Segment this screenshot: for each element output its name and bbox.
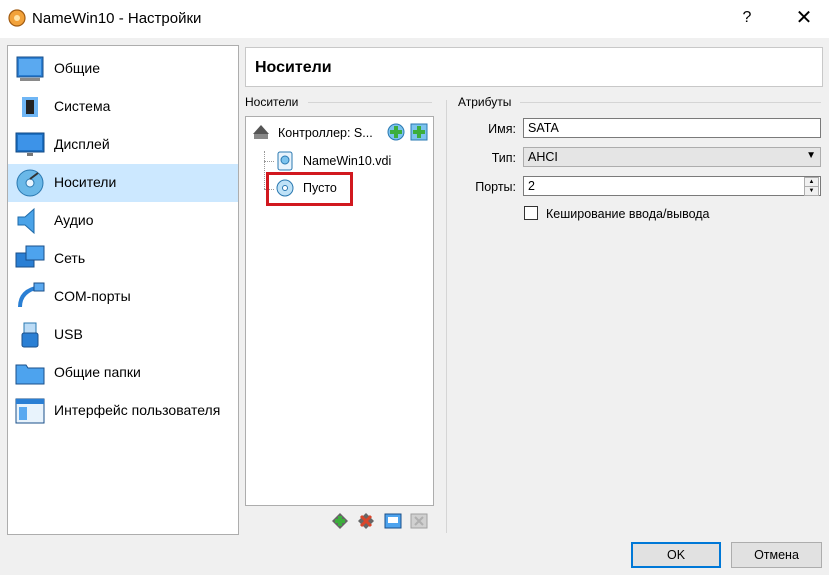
shared-folders-icon	[15, 364, 45, 385]
type-select-value: AHCI	[528, 150, 558, 164]
sidebar-item-label: Носители	[54, 174, 117, 190]
hard-disk-icon	[277, 151, 293, 171]
sidebar-item-general[interactable]: Общие	[8, 50, 238, 88]
ports-label: Порты:	[475, 180, 516, 194]
storage-icon	[16, 169, 44, 197]
chevron-down-icon: ▼	[806, 150, 816, 161]
general-icon	[16, 56, 44, 81]
sidebar-item-usb[interactable]: USB	[8, 316, 238, 354]
user-interface-icon	[15, 398, 45, 424]
help-button[interactable]: ?	[735, 6, 759, 30]
usb-icon	[21, 322, 39, 348]
ports-value: 2	[528, 179, 535, 193]
name-label: Имя:	[488, 122, 516, 136]
storage-group-label: Носители	[245, 95, 299, 109]
ports-spinbox[interactable]: 2 ▲ ▼	[523, 176, 821, 196]
sidebar-item-label: Аудио	[54, 212, 94, 228]
sidebar-item-label: Общие	[54, 60, 101, 76]
sidebar-item-user-interface[interactable]: Интерфейс пользователя	[8, 392, 238, 430]
sidebar-item-label: Система	[54, 98, 111, 114]
io-cache-checkbox[interactable]	[524, 206, 538, 220]
sidebar-item-network[interactable]: Сеть	[8, 240, 238, 278]
add-hard-disk-icon[interactable]	[409, 122, 429, 142]
sidebar-item-label: Дисплей	[54, 136, 110, 152]
virtualbox-icon	[8, 9, 26, 27]
controller-label: Контроллер: S...	[278, 126, 373, 140]
selection-highlight-box	[266, 172, 353, 206]
page-header: Носители	[245, 47, 823, 87]
attributes-group-label: Атрибуты	[458, 95, 512, 109]
title-bar: NameWin10 - Настройки ? ✕	[0, 0, 829, 38]
io-cache-label: Кеширование ввода/вывода	[546, 207, 710, 221]
window-title: NameWin10 - Настройки	[32, 10, 202, 27]
sidebar-item-storage[interactable]: Носители	[8, 164, 238, 202]
tree-controller-row[interactable]: Контроллер: S...	[246, 120, 433, 144]
sidebar-item-shared-folders[interactable]: Общие папки	[8, 354, 238, 392]
com-ports-icon	[18, 282, 45, 308]
add-controller-icon[interactable]	[383, 511, 403, 531]
name-field[interactable]: SATA	[523, 118, 821, 138]
divider	[308, 102, 432, 103]
audio-icon	[17, 207, 35, 235]
spin-down-icon[interactable]: ▼	[804, 186, 819, 196]
add-attachment-icon[interactable]	[330, 511, 350, 531]
sidebar-item-display[interactable]: Дисплей	[8, 126, 238, 164]
cancel-button[interactable]: Отмена	[731, 542, 822, 568]
sidebar-item-label: Сеть	[54, 250, 86, 266]
system-icon	[22, 97, 38, 117]
sidebar-item-audio[interactable]: Аудио	[8, 202, 238, 240]
display-icon	[15, 132, 45, 156]
type-select[interactable]: AHCI ▼	[523, 147, 821, 167]
settings-sidebar: Общие Система Дисплей Носители Аудио Сет…	[7, 45, 239, 535]
sidebar-item-label: Общие папки	[54, 364, 141, 380]
ok-button[interactable]: OK	[631, 542, 721, 568]
tree-device-row[interactable]: NameWin10.vdi	[246, 149, 433, 173]
sidebar-item-label: Интерфейс пользователя	[54, 402, 221, 418]
close-button[interactable]: ✕	[792, 6, 816, 30]
sidebar-item-label: USB	[54, 326, 83, 342]
sidebar-item-com-ports[interactable]: COM-порты	[8, 278, 238, 316]
remove-attachment-icon[interactable]	[356, 511, 376, 531]
network-icon	[15, 245, 45, 268]
controller-icon	[253, 125, 269, 139]
sidebar-item-system[interactable]: Система	[8, 88, 238, 126]
sidebar-item-label: COM-порты	[54, 288, 131, 304]
type-label: Тип:	[491, 151, 516, 165]
add-optical-drive-icon[interactable]	[386, 122, 406, 142]
device-label: NameWin10.vdi	[303, 154, 392, 168]
page-title: Носители	[255, 59, 332, 76]
remove-controller-icon	[410, 513, 428, 529]
divider	[520, 102, 821, 103]
vertical-separator	[446, 100, 447, 533]
